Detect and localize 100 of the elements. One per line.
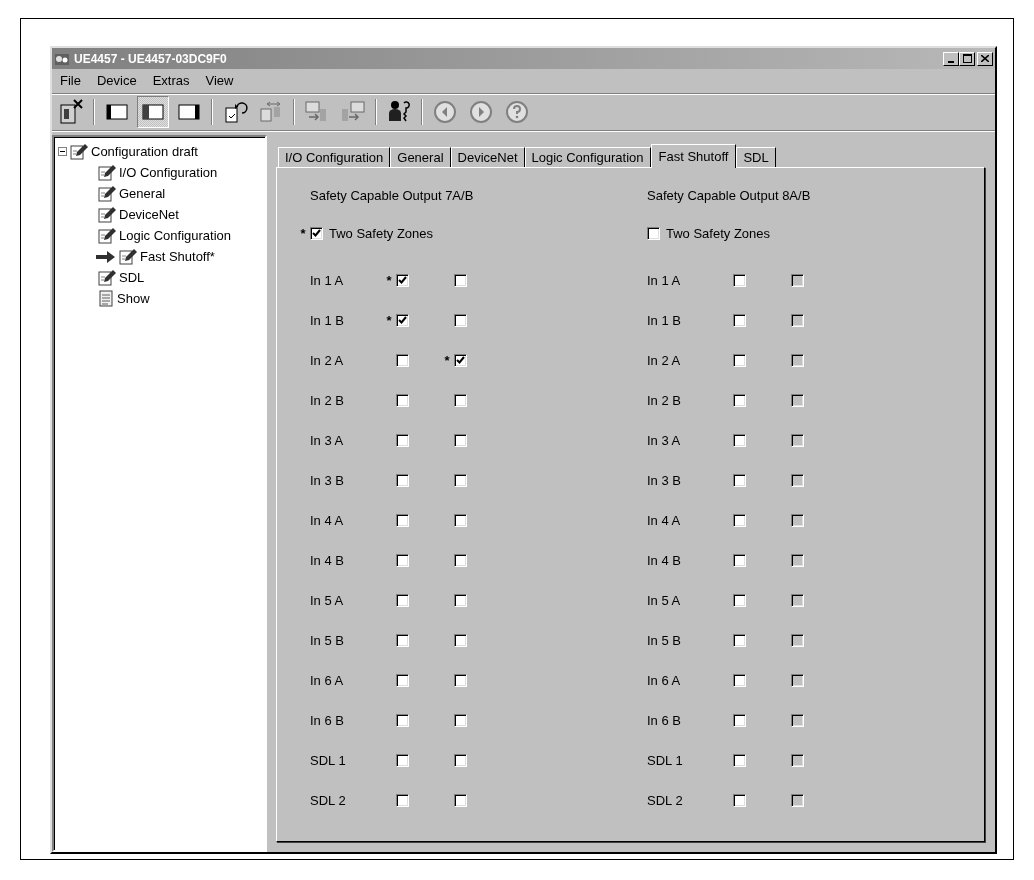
checkbox[interactable] <box>733 433 746 447</box>
minimize-icon <box>948 60 954 63</box>
checkbox[interactable] <box>396 713 409 727</box>
tree-item[interactable]: Show <box>117 291 150 306</box>
input-label: In 2 A <box>310 352 345 368</box>
toolbar-button[interactable] <box>137 96 169 128</box>
report-document-icon <box>98 290 114 307</box>
checkbox[interactable] <box>454 393 467 407</box>
checkbox[interactable] <box>396 593 409 607</box>
checkbox[interactable] <box>733 473 746 487</box>
input-label: In 4 A <box>310 512 345 528</box>
back-icon <box>432 99 458 125</box>
checkbox[interactable] <box>396 753 409 767</box>
tab[interactable]: DeviceNet <box>450 147 525 167</box>
checkbox[interactable] <box>454 353 467 367</box>
checkbox[interactable] <box>454 313 467 327</box>
checkbox[interactable] <box>647 226 660 240</box>
edit-document-icon <box>98 269 116 286</box>
checkbox[interactable] <box>733 313 746 327</box>
input-label: In 3 A <box>647 432 682 448</box>
input-label: In 6 A <box>647 672 682 688</box>
checkbox[interactable] <box>396 633 409 647</box>
edit-document-icon <box>70 143 88 160</box>
checkbox[interactable] <box>396 553 409 567</box>
input-label: In 4 B <box>310 552 345 568</box>
asterisk: * <box>385 272 393 288</box>
checkbox[interactable] <box>733 273 746 287</box>
checkbox[interactable] <box>310 226 323 240</box>
tree-item[interactable]: I/O Configuration <box>119 165 218 180</box>
document-undo-icon <box>222 99 248 125</box>
checkbox[interactable] <box>396 393 409 407</box>
checkbox[interactable] <box>733 353 746 367</box>
checkbox[interactable] <box>454 713 467 727</box>
window-title: UE4457 - UE4457-03DC9F0 <box>74 51 228 66</box>
input-label: In 6 A <box>310 672 345 688</box>
checkbox[interactable] <box>454 633 467 647</box>
checkbox[interactable] <box>454 553 467 567</box>
checkbox[interactable] <box>733 553 746 567</box>
tree-item[interactable]: General <box>119 186 166 201</box>
checkbox[interactable] <box>733 793 746 807</box>
maximize-icon <box>962 54 972 63</box>
tab[interactable]: Logic Configuration <box>524 147 651 167</box>
input-label: In 1 B <box>310 312 345 328</box>
checkbox[interactable] <box>733 633 746 647</box>
minimize-button[interactable] <box>943 51 959 66</box>
checkbox[interactable] <box>454 273 467 287</box>
checkbox[interactable] <box>733 673 746 687</box>
input-label: In 5 A <box>647 592 682 608</box>
input-label: In 2 B <box>310 392 345 408</box>
checkbox[interactable] <box>396 673 409 687</box>
edit-document-icon <box>98 185 116 202</box>
checkbox[interactable] <box>454 753 467 767</box>
checkbox[interactable] <box>454 433 467 447</box>
tab[interactable]: General <box>390 147 451 167</box>
checkbox[interactable] <box>396 433 409 447</box>
checkbox[interactable] <box>396 513 409 527</box>
checkbox[interactable] <box>396 313 409 327</box>
checkbox[interactable] <box>454 673 467 687</box>
checkbox[interactable] <box>396 473 409 487</box>
menu-item[interactable]: Extras <box>146 72 196 90</box>
tab[interactable]: SDL <box>736 147 776 167</box>
checkbox[interactable] <box>733 713 746 727</box>
edit-document-icon <box>119 248 137 265</box>
asterisk: * <box>443 352 451 368</box>
tab[interactable]: Fast Shutoff <box>650 144 737 168</box>
tree-item[interactable]: Logic Configuration <box>119 228 232 243</box>
close-button[interactable] <box>977 51 993 66</box>
checkbox[interactable] <box>454 793 467 807</box>
tab[interactable]: I/O Configuration <box>278 147 391 167</box>
input-label: In 3 A <box>310 432 345 448</box>
input-label: SDL 2 <box>647 792 684 808</box>
input-label: SDL 1 <box>310 752 347 768</box>
tree-item[interactable]: SDL <box>119 270 145 285</box>
checkbox[interactable] <box>454 593 467 607</box>
checkbox-label: Two Safety Zones <box>666 225 771 241</box>
checkbox[interactable] <box>454 513 467 527</box>
menu-item[interactable]: Device <box>90 72 143 90</box>
menu-item[interactable]: View <box>199 72 240 90</box>
collapse-toggle-icon[interactable] <box>58 147 67 156</box>
device-icon <box>58 99 84 125</box>
checkbox[interactable] <box>733 513 746 527</box>
checkbox[interactable] <box>733 593 746 607</box>
input-label: In 6 B <box>647 712 682 728</box>
checkbox[interactable] <box>733 393 746 407</box>
checkbox[interactable] <box>733 753 746 767</box>
menu-item[interactable]: File <box>54 72 87 90</box>
tree-item[interactable]: Fast Shutoff* <box>140 249 215 264</box>
tree-item[interactable]: Configuration draft <box>91 144 198 159</box>
checkbox[interactable] <box>454 473 467 487</box>
forward-icon <box>468 99 494 125</box>
maximize-button[interactable] <box>959 51 975 66</box>
close-icon <box>981 55 989 62</box>
checkbox[interactable] <box>396 793 409 807</box>
asterisk: * <box>385 312 393 328</box>
tree-item[interactable]: DeviceNet <box>119 207 179 222</box>
checkbox-label: Two Safety Zones <box>329 225 434 241</box>
input-label: In 5 A <box>310 592 345 608</box>
checkbox[interactable] <box>396 273 409 287</box>
checkbox[interactable] <box>396 353 409 367</box>
input-label: In 5 B <box>647 632 682 648</box>
